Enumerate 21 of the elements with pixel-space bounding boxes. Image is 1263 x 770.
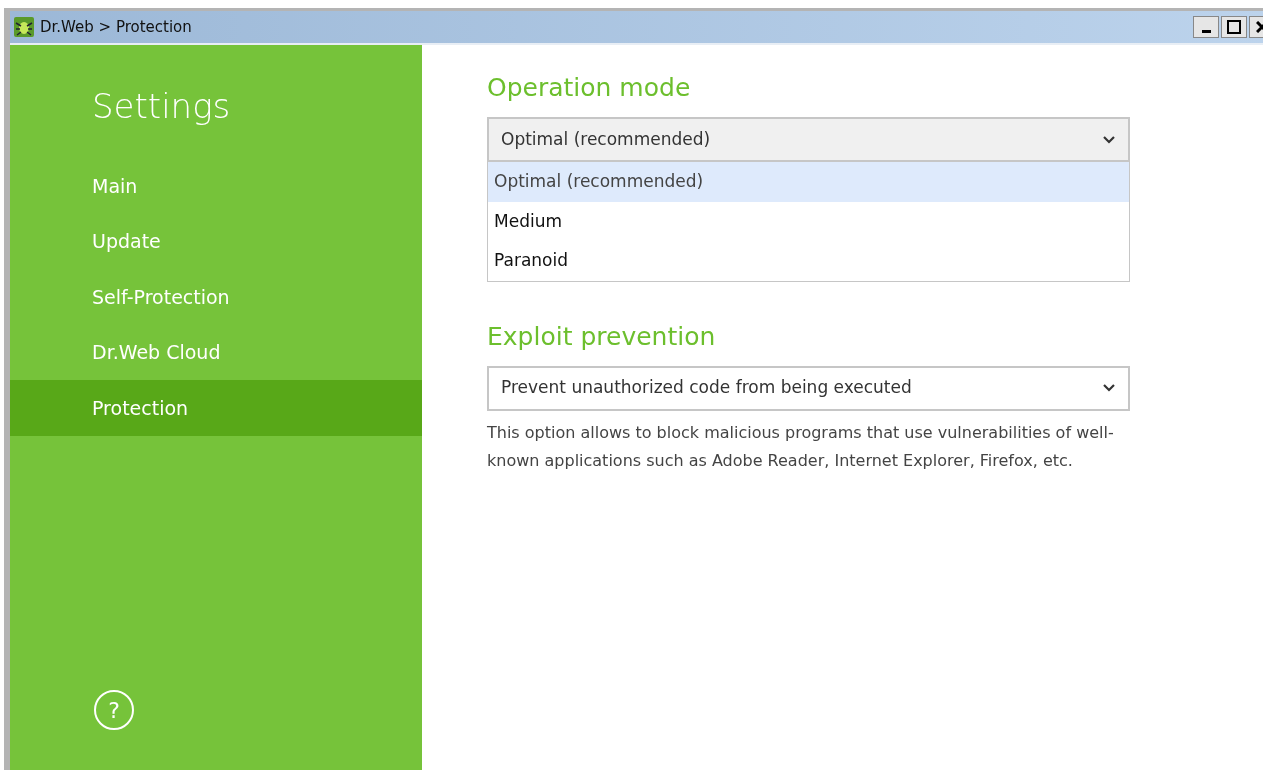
sidebar-item[interactable]: Main bbox=[10, 158, 422, 214]
maximize-icon bbox=[1227, 20, 1241, 34]
window-title: Dr.Web > Protection bbox=[40, 16, 192, 38]
dropdown[interactable]: Prevent unauthorized code from being executed bbox=[487, 365, 1130, 411]
section-heading: Operation mode bbox=[487, 73, 692, 103]
sidebar-item[interactable]: Update bbox=[10, 213, 422, 269]
sidebar-item[interactable]: Protection bbox=[10, 380, 422, 436]
maximize-button[interactable] bbox=[1221, 16, 1247, 38]
dropdown-option[interactable]: Optimal (recommended) bbox=[488, 162, 1129, 202]
minimize-icon bbox=[1201, 30, 1211, 33]
chevron-down-icon bbox=[1102, 383, 1116, 393]
sidebar-item[interactable]: Dr.Web Cloud bbox=[10, 324, 422, 380]
minimize-button[interactable] bbox=[1193, 16, 1219, 38]
chevron-down-icon bbox=[1102, 134, 1116, 145]
sidebar-item[interactable]: Self-Protection bbox=[10, 269, 422, 325]
dropdown[interactable]: Optimal (recommended) bbox=[487, 117, 1130, 162]
sidebar-title: Settings bbox=[91, 85, 232, 128]
section-heading: Exploit prevention bbox=[487, 321, 717, 352]
help-button[interactable]: ? bbox=[94, 690, 134, 730]
spider-icon bbox=[14, 17, 34, 37]
description-text: This option allows to block malicious programs that use vulnerabilities of well-known applications such as Adobe Reader, Internet Explorer, Firefox, etc. bbox=[487, 421, 1115, 472]
